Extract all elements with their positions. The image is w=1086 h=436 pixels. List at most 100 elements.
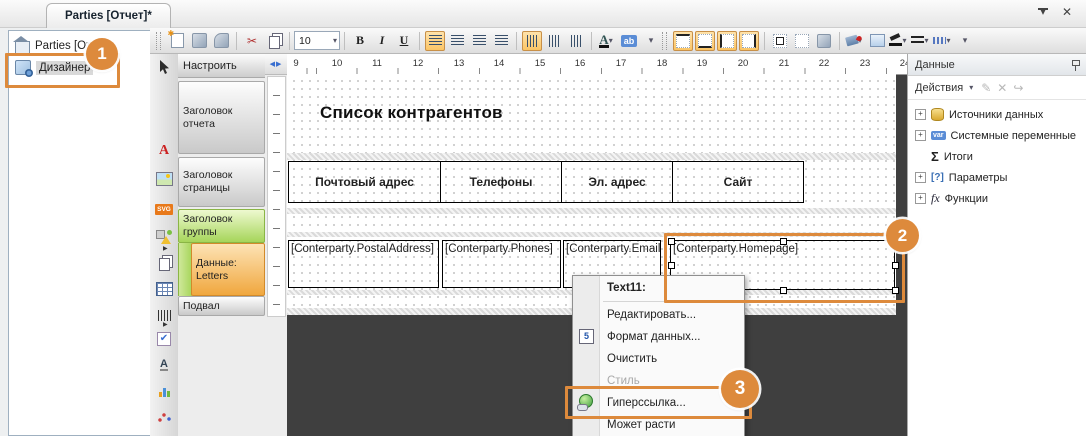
line-color-button[interactable]: ▾: [889, 31, 909, 51]
valign-center-button[interactable]: [544, 31, 564, 51]
fill-style-button[interactable]: [867, 31, 887, 51]
font-size-combobox[interactable]: 10▾: [294, 31, 340, 50]
font-color-button[interactable]: A▾: [597, 31, 617, 51]
menu-item-edit[interactable]: Редактировать...: [607, 304, 696, 326]
delete-icon[interactable]: ✕: [997, 81, 1007, 95]
border-right-button[interactable]: [739, 31, 759, 51]
tab-menu-icon[interactable]: ▾: [1034, 4, 1052, 20]
band-group-header[interactable]: Заголовок группы: [178, 209, 265, 243]
highlight-icon: ab: [621, 35, 638, 47]
close-icon[interactable]: ✕: [1058, 4, 1076, 20]
copy-button[interactable]: [264, 31, 284, 51]
brush-icon: [889, 35, 902, 46]
shapes-flyout-arrow[interactable]: ▶: [153, 244, 175, 252]
align-right-button[interactable]: [469, 31, 489, 51]
expand-icon[interactable]: +: [915, 109, 926, 120]
data-panel: Данные Действия ▾ ✎ ✕ ↪ + Источники данн…: [907, 54, 1086, 436]
actions-dropdown[interactable]: Действия: [915, 82, 963, 94]
sidebar-item-report[interactable]: Parties [От: [15, 38, 91, 54]
fill-color-button[interactable]: ▾: [845, 31, 865, 51]
border-left-button[interactable]: [717, 31, 737, 51]
ruler-number: 20: [735, 58, 751, 69]
checkbox-object-button[interactable]: ✔: [153, 330, 175, 348]
expand-icon[interactable]: +: [915, 172, 926, 183]
ruler-number: 24: [897, 58, 907, 69]
border-all-button[interactable]: [770, 31, 790, 51]
border-properties-button[interactable]: [814, 31, 834, 51]
band-footer[interactable]: Подвал: [178, 296, 265, 316]
select-tool-button[interactable]: [153, 58, 175, 76]
valign-bottom-button[interactable]: [566, 31, 586, 51]
band-divider[interactable]: [287, 153, 896, 160]
band-data[interactable]: Данные: Letters: [191, 243, 265, 296]
toolbar-separator: [344, 32, 345, 50]
tree-item-system-variables[interactable]: + var Системные переменные: [908, 125, 1086, 146]
expand-icon[interactable]: +: [915, 193, 926, 204]
report-title-object[interactable]: Список контрагентов: [320, 103, 503, 123]
chart-object-button[interactable]: [153, 382, 175, 400]
svg-icon: SVG: [155, 204, 173, 215]
edit-icon[interactable]: ✎: [981, 81, 991, 95]
data-cell-postal[interactable]: [Conterparty.PostalAddress]: [288, 240, 439, 288]
align-left-button[interactable]: [425, 31, 445, 51]
header-cell-site[interactable]: Сайт: [672, 161, 804, 203]
align-center-button[interactable]: [447, 31, 467, 51]
barcode-flyout-arrow[interactable]: ▶: [153, 320, 175, 328]
chevron-down-icon[interactable]: ▾: [969, 83, 975, 92]
rich-text-object-button[interactable]: A: [153, 356, 175, 374]
bands-configure-button[interactable]: Настроить: [178, 54, 265, 78]
data-cell-phones[interactable]: [Conterparty.Phones]: [442, 240, 561, 288]
border-left-icon: [720, 34, 734, 48]
callout-rect-homepage-cell: [664, 233, 905, 303]
text-object-button[interactable]: A: [153, 142, 175, 160]
underline-button[interactable]: U: [394, 31, 414, 51]
expand-icon[interactable]: +: [915, 130, 926, 141]
band-collapse-arrows[interactable]: ◀▶: [265, 54, 287, 75]
valign-top-button[interactable]: [522, 31, 542, 51]
sparkline-object-button[interactable]: [153, 408, 175, 426]
border-none-button[interactable]: [792, 31, 812, 51]
header-cell-email[interactable]: Эл. адрес: [561, 161, 673, 203]
font-color-icon: A: [599, 34, 608, 48]
pin-icon[interactable]: [1071, 59, 1080, 71]
tree-item-totals[interactable]: + Σ Итоги: [908, 146, 1086, 167]
tree-item-label: Источники данных: [949, 109, 1043, 121]
band-page-header[interactable]: Заголовок страницы: [178, 157, 265, 207]
text-highlight-button[interactable]: ab: [619, 31, 639, 51]
options-button[interactable]: [211, 31, 231, 51]
toolbar-overflow-button[interactable]: ▾: [955, 31, 975, 51]
view-icon[interactable]: ↪: [1013, 81, 1023, 95]
tree-item-functions[interactable]: + fx Функции: [908, 188, 1086, 209]
table-object-button[interactable]: [153, 280, 175, 298]
ruler-number: 15: [532, 58, 548, 69]
menu-item-clear[interactable]: Очистить: [607, 348, 657, 370]
header-cell-postal[interactable]: Почтовый адрес: [288, 161, 441, 203]
cut-button[interactable]: ✂: [242, 31, 262, 51]
line-width-button[interactable]: ▾: [911, 31, 931, 51]
band-divider[interactable]: [287, 208, 896, 214]
align-justify-icon: [495, 35, 508, 46]
tree-item-datasources[interactable]: + Источники данных: [908, 104, 1086, 125]
bold-button[interactable]: B: [350, 31, 370, 51]
subreport-object-button[interactable]: [153, 254, 175, 272]
picture-object-button[interactable]: [153, 170, 175, 188]
svg-object-button[interactable]: SVG: [153, 200, 175, 218]
tab-parties[interactable]: Parties [Отчет]*: [46, 3, 171, 28]
menu-item-format-data[interactable]: Формат данных...: [607, 326, 700, 348]
italic-button[interactable]: I: [372, 31, 392, 51]
toolbar-overflow-button[interactable]: ▾: [641, 31, 661, 51]
toolbar-grip[interactable]: [662, 32, 667, 50]
band-report-header[interactable]: Заголовок отчета: [178, 81, 265, 154]
line-style-button[interactable]: ▾: [933, 31, 953, 51]
tree-item-parameters[interactable]: + [?] Параметры: [908, 167, 1086, 188]
align-justify-button[interactable]: [491, 31, 511, 51]
flyout-arrow-icon: ▶: [163, 245, 168, 252]
new-object-button[interactable]: [167, 31, 187, 51]
border-top-button[interactable]: [673, 31, 693, 51]
toolbar-grip[interactable]: [156, 32, 161, 50]
tools-button[interactable]: [189, 31, 209, 51]
header-cell-phones[interactable]: Телефоны: [440, 161, 562, 203]
border-bottom-button[interactable]: [695, 31, 715, 51]
valign-center-icon: [549, 35, 560, 47]
flyout-arrow-icon: ▶: [163, 321, 168, 328]
